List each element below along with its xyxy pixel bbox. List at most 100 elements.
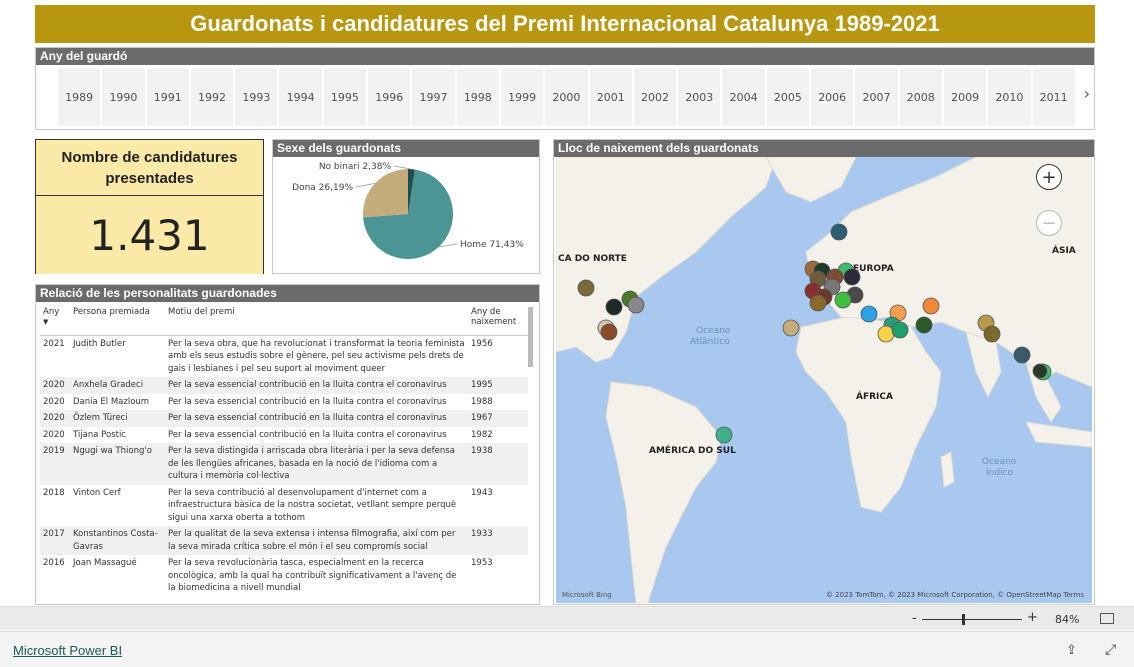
table-scrollbar[interactable] [528, 307, 533, 367]
cell-naixement: 1995 [468, 377, 528, 394]
zoom-slider-track[interactable] [922, 619, 1022, 620]
bubble-marker[interactable] [715, 426, 733, 444]
year-chip[interactable]: 1989 [58, 68, 101, 126]
cell-naixement: 1943 [471, 487, 493, 498]
year-chip[interactable]: 1994 [279, 68, 322, 126]
year-chip[interactable]: 2009 [943, 68, 987, 126]
cell-motiu: Per la seva essencial contribució en la … [168, 396, 447, 407]
africa-land [795, 316, 942, 513]
power-bi-link[interactable]: Microsoft Power BI [13, 643, 122, 658]
year-chip[interactable]: 1997 [412, 68, 455, 126]
zoom-out-button[interactable]: - [912, 611, 917, 626]
map-canvas: CA DO NORTE EUROPA ÁSIA Oceano Atlântico… [556, 157, 1092, 603]
table-row[interactable]: 2020 Dania El Mazloum Per la seva essencia… [40, 394, 528, 411]
expand-icon[interactable]: ⤢ [1105, 642, 1116, 658]
year-chip[interactable]: 2006 [811, 68, 854, 126]
bubble-marker[interactable] [782, 319, 800, 337]
cell-any: 2016 [43, 558, 65, 568]
table-row[interactable]: 2020 Tijana Postic Per la seva essencial c… [40, 427, 528, 444]
cell-motiu: Per la seva revolucionària tasca, especi… [168, 558, 457, 593]
pie-slice[interactable] [363, 169, 408, 218]
fit-to-page-icon[interactable] [1100, 613, 1114, 624]
footer-bar: Microsoft Power BI ⇪ ⤢ [0, 631, 1134, 667]
pie-leader-line [355, 183, 376, 188]
table-row[interactable]: 2019 Ngugi wa Thiong'o Per la seva disting… [40, 443, 528, 485]
cell-any: 2020 [40, 377, 70, 394]
year-chip[interactable]: 2008 [899, 68, 942, 126]
year-chip[interactable]: 2004 [722, 68, 765, 126]
cell-any: 2021 [43, 338, 65, 349]
bubble-marker[interactable] [860, 305, 878, 323]
year-chip[interactable]: 1999 [500, 68, 544, 126]
col-header-any[interactable]: Any ▼ [40, 305, 70, 336]
bubble-marker[interactable] [1013, 346, 1031, 364]
awardees-table-scroll[interactable]: Any ▼ Persona premiada Motiu del premi An… [40, 305, 530, 603]
birthplace-map[interactable]: CA DO NORTE EUROPA ÁSIA Oceano Atlântico… [556, 157, 1092, 603]
table-row[interactable]: 2017 Konstantinos Costa-Gavras Per la qual… [40, 526, 528, 555]
cell-persona: Anxhela Gradeci [70, 377, 165, 394]
bubble-marker[interactable] [809, 294, 827, 312]
year-chip[interactable]: 1990 [102, 68, 145, 126]
year-chip[interactable]: 2010 [988, 68, 1031, 126]
pie-header: Sexe dels guardonats [273, 140, 539, 157]
cell-persona: Tijana Postic [73, 429, 126, 440]
table-row[interactable]: 2020 Anxhela Gradeci Per la seva essencial… [40, 377, 528, 394]
bubble-marker[interactable] [983, 325, 1001, 343]
table-row[interactable]: 2016 Joan Massagué Per la seva revolucionà… [40, 555, 528, 597]
zoom-percent: 84% [1055, 613, 1080, 626]
bubble-marker[interactable] [577, 279, 595, 297]
cell-motiu: Per la seva distingida i arriscada obra … [165, 443, 468, 485]
map-zoom-in-button[interactable]: + [1036, 164, 1062, 190]
pie-leader-line [393, 165, 412, 170]
chevron-right-icon[interactable]: › [1084, 84, 1090, 103]
zoom-slider-thumb[interactable] [962, 614, 965, 625]
pie-slice-label: Home 71,43% [460, 240, 524, 250]
year-chip[interactable]: 1992 [190, 68, 234, 126]
label-atlantic-2: Atlântico [690, 337, 730, 347]
gender-pie-chart: Home 71,43% Dona 26,19% No binari 2,38% [292, 162, 524, 259]
bubble-marker[interactable] [627, 296, 645, 314]
cell-any: 2017 [40, 526, 70, 555]
table-row[interactable]: 2021 Judith Butler Per la seva obra, que h… [40, 335, 528, 377]
year-chip[interactable]: 2005 [766, 68, 810, 126]
map-zoom-out-button[interactable]: − [1036, 210, 1062, 236]
year-chip[interactable]: 1996 [368, 68, 411, 126]
bubble-marker[interactable] [891, 321, 909, 339]
label-indian-1: Oceano [982, 457, 1017, 467]
kpi-value: 1.431 [36, 196, 263, 274]
pie-leader-line [438, 243, 458, 248]
bubble-marker[interactable] [605, 298, 623, 316]
year-chip[interactable]: 2007 [855, 68, 898, 126]
label-atlantic-1: Oceano [696, 326, 731, 336]
share-icon[interactable]: ⇪ [1066, 643, 1077, 658]
pie-slice-label: No binari 2,38% [319, 162, 392, 172]
year-chip[interactable]: 2011 [1032, 68, 1075, 126]
table-row[interactable]: 2020 Özlem Türeci Per la seva essencial co… [40, 410, 528, 427]
zoom-bar: - + 84% [0, 606, 1134, 630]
year-chip[interactable]: 2003 [678, 68, 721, 126]
zoom-in-button[interactable]: + [1027, 610, 1038, 625]
year-chip[interactable]: 1991 [146, 68, 189, 126]
table-row[interactable]: 2018 Vinton Cerf Per la seva contribució a… [40, 485, 528, 527]
bubble-marker[interactable] [1032, 363, 1048, 379]
year-chip[interactable]: 1993 [235, 68, 278, 126]
year-chip[interactable]: 2000 [545, 68, 588, 126]
bubble-marker[interactable] [877, 325, 895, 343]
bubble-marker[interactable] [834, 291, 852, 309]
label-europe: EUROPA [853, 264, 894, 274]
col-header-naixement[interactable]: Any de naixement [468, 305, 528, 336]
cell-naixement: 1956 [471, 338, 493, 349]
bubble-marker[interactable] [843, 268, 861, 286]
year-chip[interactable]: 2001 [589, 68, 632, 126]
bubble-marker[interactable] [915, 316, 933, 334]
bubble-marker[interactable] [830, 223, 848, 241]
year-chip[interactable]: 2002 [633, 68, 677, 126]
bubble-marker[interactable] [922, 297, 940, 315]
year-chip[interactable]: 1995 [323, 68, 367, 126]
col-header-persona[interactable]: Persona premiada [70, 305, 165, 336]
year-chip[interactable]: 1998 [456, 68, 499, 126]
col-header-motiu[interactable]: Motiu del premi [165, 305, 468, 336]
cell-persona: Judith Butler [73, 338, 126, 349]
bing-logo: Microsoft Bing [562, 591, 612, 599]
bubble-marker[interactable] [600, 323, 618, 341]
